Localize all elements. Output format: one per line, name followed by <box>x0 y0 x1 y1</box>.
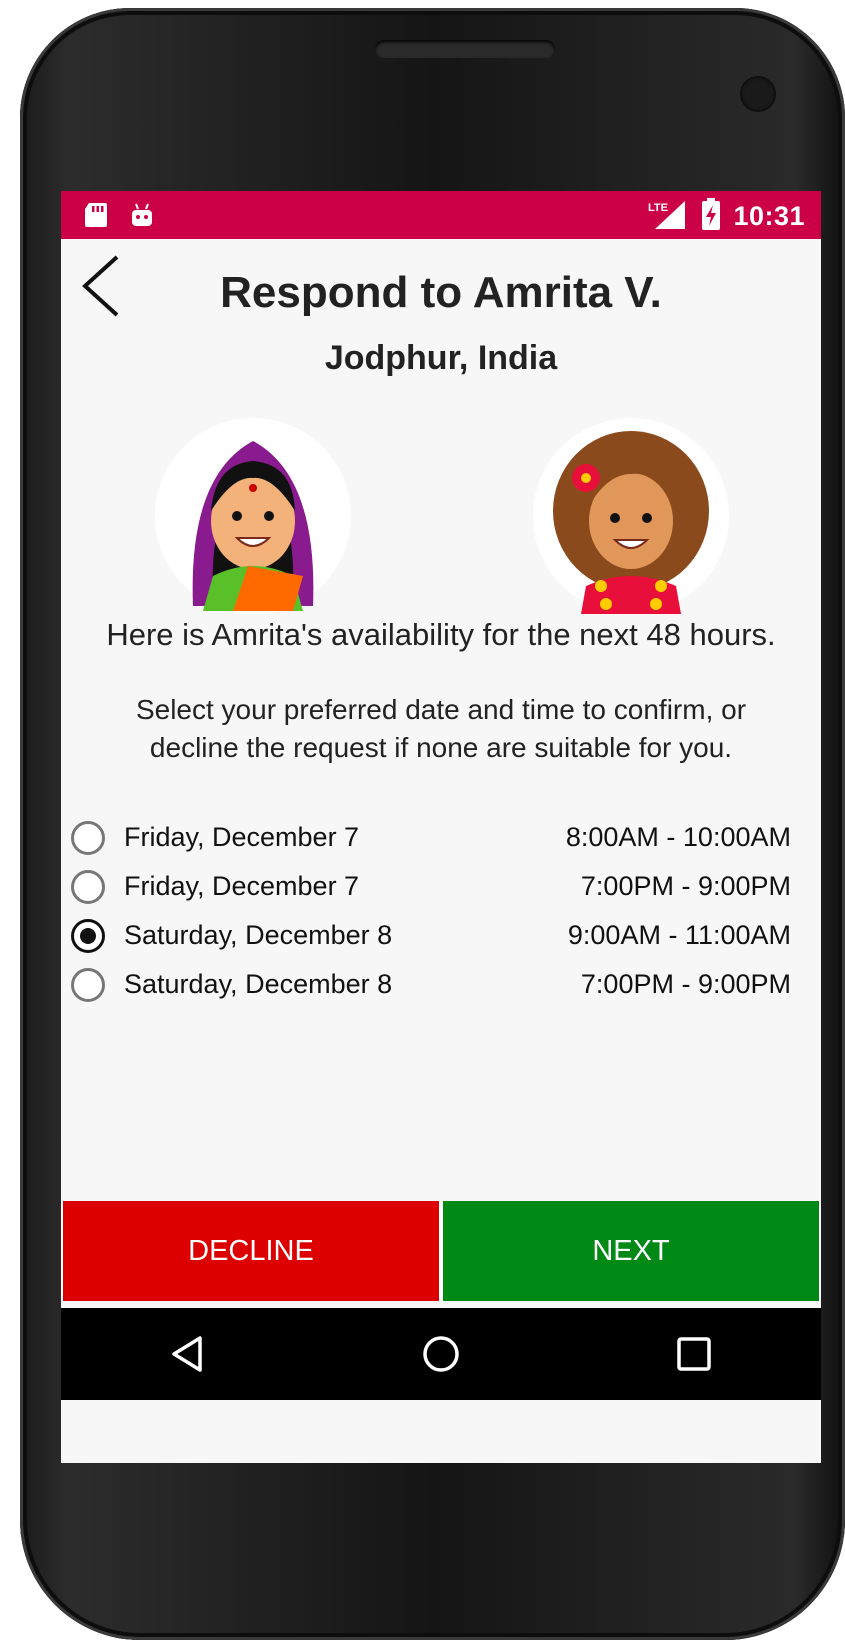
radio-button[interactable] <box>71 820 105 855</box>
network-label: LTE <box>648 202 668 214</box>
front-camera <box>740 76 776 112</box>
nav-back-button[interactable] <box>148 1314 228 1394</box>
slot-time: 7:00PM - 9:00PM <box>580 969 791 999</box>
page-title: Respond to Amrita V. <box>220 268 662 317</box>
slot-time: 9:00AM - 11:00AM <box>567 920 791 950</box>
slot-time: 7:00PM - 9:00PM <box>580 871 791 901</box>
radio-button-selected[interactable] <box>71 918 105 953</box>
back-triangle-icon <box>171 1336 202 1372</box>
time-slot-option[interactable]: Saturday, December 8 9:00AM - 11:00AM <box>61 911 821 960</box>
availability-text: Here is Amrita's availability for the ne… <box>106 617 776 652</box>
app-screen: LTE 10:31 Respond to Amrita V. Jodphur, … <box>61 191 821 1463</box>
slot-date: Saturday, December 8 <box>124 920 393 950</box>
slot-time: 8:00AM - 10:00AM <box>565 822 791 852</box>
action-bar: DECLINE NEXT <box>61 1201 821 1301</box>
time-slot-list: Friday, December 7 8:00AM - 10:00AM Frid… <box>61 813 821 1009</box>
slot-date: Friday, December 7 <box>124 822 360 852</box>
system-nav-bar <box>61 1308 821 1400</box>
decline-button[interactable]: DECLINE <box>63 1201 439 1301</box>
battery-charging-icon <box>701 198 721 235</box>
time-slot-option[interactable]: Friday, December 7 7:00PM - 9:00PM <box>61 862 821 911</box>
android-icon <box>129 201 155 229</box>
home-circle-icon <box>423 1336 459 1372</box>
recents-square-icon <box>677 1337 712 1371</box>
nav-home-button[interactable] <box>401 1314 481 1394</box>
lte-signal-icon: LTE <box>647 197 689 236</box>
location-subtitle: Jodphur, India <box>324 339 558 377</box>
status-bar: LTE 10:31 <box>61 191 821 239</box>
slot-date: Friday, December 7 <box>124 871 360 901</box>
sd-card-icon <box>83 201 109 229</box>
nav-recents-button[interactable] <box>654 1314 734 1394</box>
time-slot-option[interactable]: Friday, December 7 8:00AM - 10:00AM <box>61 813 821 862</box>
instructions-text: Select your preferred date and time to c… <box>135 694 747 763</box>
requester-avatar <box>153 416 353 616</box>
next-button[interactable]: NEXT <box>443 1201 819 1301</box>
radio-button[interactable] <box>71 869 105 904</box>
speaker-grille <box>375 40 555 58</box>
status-clock: 10:31 <box>733 201 805 231</box>
user-avatar <box>531 416 731 616</box>
radio-button[interactable] <box>71 967 105 1002</box>
slot-date: Saturday, December 8 <box>124 969 393 999</box>
time-slot-option[interactable]: Saturday, December 8 7:00PM - 9:00PM <box>61 960 821 1009</box>
